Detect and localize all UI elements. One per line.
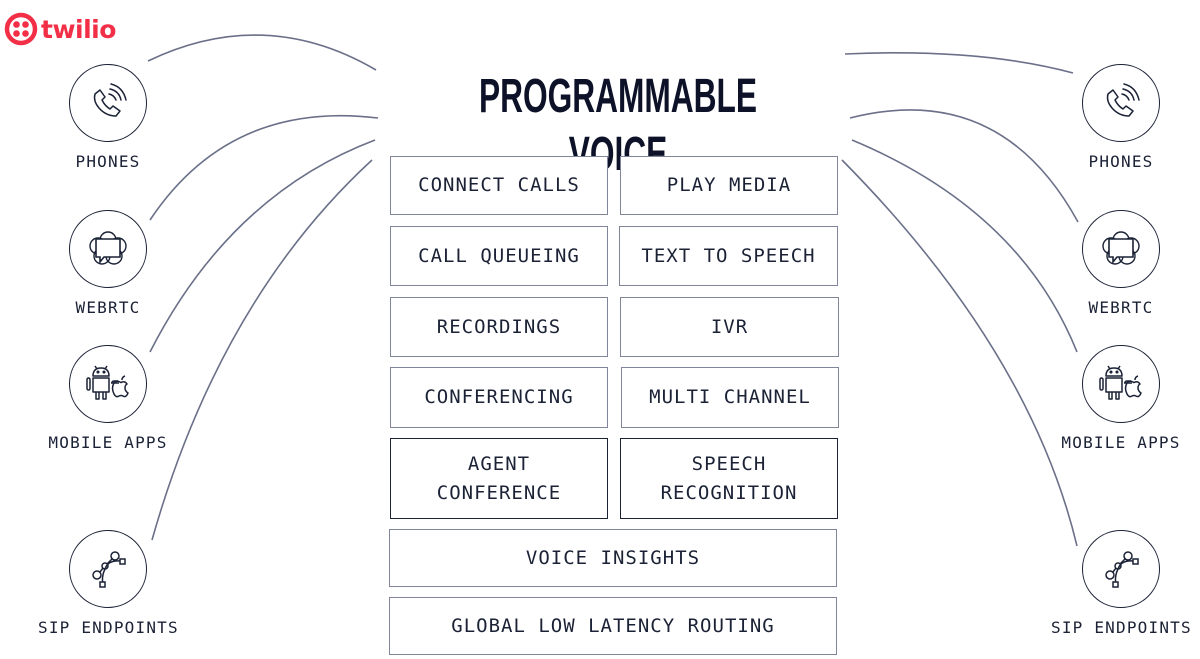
webrtc-icon — [1102, 231, 1140, 265]
endpoint-label: SIP ENDPOINTS — [1051, 618, 1192, 637]
feature-voice-insights: VOICE INSIGHTS — [389, 529, 837, 587]
endpoint-circle — [1082, 64, 1160, 142]
endpoint-label: SIP ENDPOINTS — [38, 618, 179, 637]
sip-endpoints-icon — [92, 551, 126, 588]
endpoint-label: PHONES — [1088, 152, 1154, 171]
endpoint-label: WEBRTC — [1088, 298, 1154, 317]
feature-recordings: RECORDINGS — [390, 297, 608, 357]
feature-ivr: IVR — [620, 297, 839, 357]
endpoint-label: PHONES — [75, 152, 141, 171]
endpoint-left-mobile-apps: MOBILE APPS — [38, 345, 178, 452]
endpoint-label: MOBILE APPS — [1061, 433, 1181, 452]
sip-endpoints-icon — [1105, 551, 1139, 588]
feature-label: MULTI CHANNEL — [649, 386, 811, 408]
endpoint-right-webrtc: WEBRTC — [1051, 210, 1191, 317]
feature-label: SPEECH RECOGNITION — [661, 450, 798, 508]
connector-right-phones — [844, 52, 1074, 74]
endpoint-left-webrtc: WEBRTC — [38, 210, 178, 317]
feature-global-low-latency-routing: GLOBAL LOW LATENCY ROUTING — [389, 597, 837, 655]
endpoint-right-mobile-apps: MOBILE APPS — [1051, 345, 1191, 452]
endpoint-label: MOBILE APPS — [48, 433, 168, 452]
endpoint-circle — [69, 210, 147, 288]
endpoint-label: WEBRTC — [75, 298, 141, 317]
feature-label: CALL QUEUEING — [418, 244, 580, 267]
feature-label: RECORDINGS — [436, 315, 562, 338]
feature-label: CONNECT CALLS — [418, 174, 580, 196]
endpoint-circle — [69, 345, 147, 423]
endpoint-circle — [1082, 210, 1160, 288]
feature-call-queueing: CALL QUEUEING — [390, 226, 608, 286]
twilio-logo-icon — [4, 12, 38, 46]
mobile-apps-icon — [86, 365, 129, 400]
connector-right-sip — [841, 159, 1078, 547]
feature-label: VOICE INSIGHTS — [525, 546, 701, 569]
feature-label: CONFERENCING — [424, 386, 574, 408]
feature-label: TEXT TO SPEECH — [641, 244, 816, 267]
feature-conferencing: CONFERENCING — [390, 367, 608, 428]
feature-label: PLAY MEDIA — [666, 174, 792, 196]
endpoint-circle — [1082, 345, 1160, 423]
mobile-apps-icon — [1099, 365, 1142, 400]
endpoint-right-sip-endpoints: SIP ENDPOINTS — [1051, 530, 1191, 637]
connector-left-sip — [151, 159, 373, 541]
feature-multi-channel: MULTI CHANNEL — [621, 367, 839, 428]
endpoint-circle — [1082, 530, 1160, 608]
feature-label: AGENT CONFERENCE — [437, 450, 561, 508]
feature-label-line: CONFERENCE — [436, 481, 562, 504]
endpoint-circle — [69, 530, 147, 608]
feature-play-media: PLAY MEDIA — [620, 156, 838, 215]
phone-icon — [93, 83, 127, 117]
twilio-wordmark: twilio — [41, 14, 116, 44]
feature-connect-calls: CONNECT CALLS — [390, 156, 608, 215]
endpoint-left-sip-endpoints: SIP ENDPOINTS — [38, 530, 178, 637]
feature-label: IVR — [710, 315, 749, 338]
feature-text-to-speech: TEXT TO SPEECH — [619, 226, 838, 286]
twilio-logo: twilio — [4, 12, 116, 46]
feature-speech-recognition: SPEECH RECOGNITION — [620, 438, 838, 519]
connector-left-mobile — [149, 139, 376, 353]
feature-label: GLOBAL LOW LATENCY ROUTING — [451, 614, 775, 637]
phone-icon — [1106, 83, 1140, 117]
feature-label-line: RECOGNITION — [660, 481, 798, 504]
endpoint-left-phones: PHONES — [38, 64, 178, 171]
feature-label-line: SPEECH — [691, 452, 767, 475]
feature-agent-conference: AGENT CONFERENCE — [390, 438, 608, 519]
connector-left-phones — [147, 34, 377, 71]
feature-label-line: AGENT — [467, 452, 531, 475]
endpoint-right-phones: PHONES — [1051, 64, 1191, 171]
webrtc-icon — [89, 231, 127, 265]
endpoint-circle — [69, 64, 147, 142]
